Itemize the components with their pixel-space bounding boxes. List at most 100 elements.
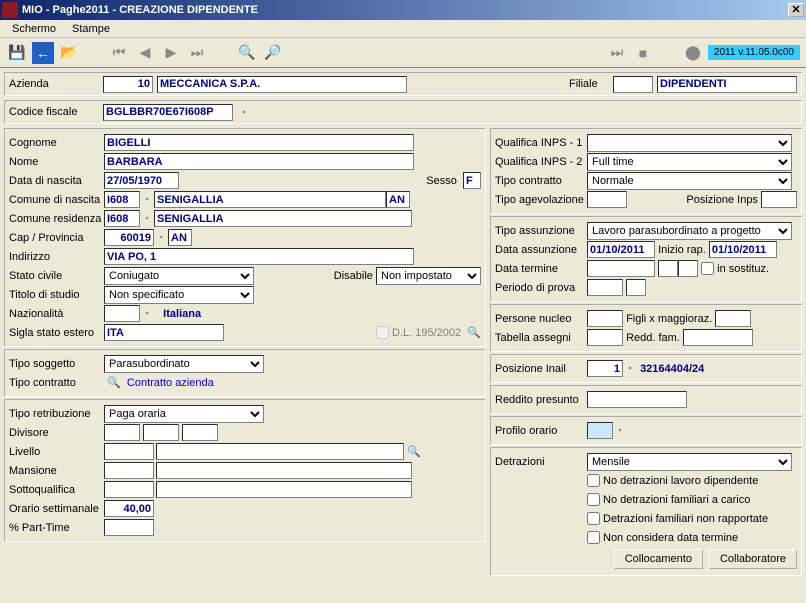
detr-opt4[interactable]: Non considera data termine	[587, 531, 738, 544]
codfisc-input[interactable]	[103, 104, 233, 121]
azienda-code[interactable]	[103, 76, 153, 93]
sqf-code[interactable]	[104, 481, 154, 498]
zoom-icon[interactable]: 🔎	[262, 42, 284, 64]
qinps1-select[interactable]	[587, 134, 792, 152]
div-input3[interactable]	[182, 424, 218, 441]
first-icon[interactable]: ⏮	[108, 42, 130, 64]
liv-desc[interactable]	[156, 443, 404, 460]
codfisc-row: Codice fiscale 🞘	[4, 100, 802, 124]
open-icon[interactable]: 📂	[58, 42, 80, 64]
qinps2-select[interactable]: Full time	[587, 153, 792, 171]
collaboratore-button[interactable]: Collaboratore	[709, 549, 797, 569]
prev-icon[interactable]: ◀	[134, 42, 156, 64]
inizrap-input[interactable]	[709, 241, 777, 258]
posinps-input[interactable]	[761, 191, 797, 208]
pprova-input2[interactable]	[626, 279, 646, 296]
redpres-input[interactable]	[587, 391, 687, 408]
prov-input[interactable]	[168, 229, 192, 246]
insost-check[interactable]: in sostituz.	[701, 262, 769, 275]
liv-search-icon[interactable]: 🔍	[407, 445, 421, 458]
filiale-code[interactable]	[613, 76, 653, 93]
comnasc-lookup-icon[interactable]: 🞘	[140, 193, 154, 206]
redd-label: Redd. fam.	[626, 332, 680, 344]
tagev-label: Tipo agevolazione	[495, 194, 587, 206]
menu-stampe[interactable]: Stampe	[64, 21, 118, 36]
record-icon[interactable]: ⬤	[682, 42, 704, 64]
disabile-select[interactable]: Non impostato	[376, 267, 481, 285]
mans-desc[interactable]	[156, 462, 412, 479]
codfisc-lookup-icon[interactable]: 🞘	[237, 106, 251, 119]
div-input1[interactable]	[104, 424, 140, 441]
binoculars-icon[interactable]: 🔍	[236, 42, 258, 64]
comres-lookup-icon[interactable]: 🞘	[140, 212, 154, 225]
tipocon-label: Tipo contratto	[9, 377, 104, 389]
dterm-ext1[interactable]	[658, 260, 678, 277]
dterm-input[interactable]	[587, 260, 655, 277]
liv-code[interactable]	[104, 443, 154, 460]
tcontr-select[interactable]: Normale	[587, 172, 792, 190]
ind-input[interactable]	[104, 248, 414, 265]
filiale-name[interactable]	[657, 76, 797, 93]
pnuc-input[interactable]	[587, 310, 623, 327]
skip-end-icon[interactable]: ⏭	[606, 42, 628, 64]
dass-input[interactable]	[587, 241, 655, 258]
search-icon[interactable]: 🔍	[467, 326, 481, 339]
pt-input[interactable]	[104, 519, 154, 536]
cognome-input[interactable]	[104, 134, 414, 151]
save-icon[interactable]: 💾	[6, 42, 28, 64]
tabass-input[interactable]	[587, 329, 623, 346]
detr-opt3[interactable]: Detrazioni familiari non rapportate	[587, 512, 768, 525]
pprova-input1[interactable]	[587, 279, 623, 296]
tagev-input[interactable]	[587, 191, 627, 208]
cap-input[interactable]	[104, 229, 154, 246]
comnasc-code[interactable]	[104, 191, 140, 208]
menu-schermo[interactable]: Schermo	[4, 21, 64, 36]
tipocon-search-icon[interactable]: 🔍	[107, 376, 121, 389]
tiporet-select[interactable]: Paga oraria	[104, 405, 264, 423]
azienda-name[interactable]	[157, 76, 407, 93]
tipocon-link[interactable]: Contratto azienda	[127, 377, 214, 389]
naz-lookup-icon[interactable]: 🞘	[140, 307, 154, 320]
tass-select[interactable]: Lavoro parasubordinato a progetto	[587, 222, 792, 240]
cap-lookup-icon[interactable]: 🞘	[154, 231, 168, 244]
datanasc-input[interactable]	[104, 172, 179, 189]
ind-label: Indirizzo	[9, 251, 104, 263]
nome-input[interactable]	[104, 153, 414, 170]
comres-code[interactable]	[104, 210, 140, 227]
comres-name[interactable]	[154, 210, 412, 227]
tiposog-label: Tipo soggetto	[9, 358, 104, 370]
last-icon[interactable]: ⏭	[186, 42, 208, 64]
naz-code[interactable]	[104, 305, 140, 322]
comnasc-prov[interactable]	[386, 191, 410, 208]
profilo-group: Profilo orario 🞘	[490, 416, 802, 445]
naz-name: Italiana	[163, 308, 201, 320]
div-input2[interactable]	[143, 424, 179, 441]
next-icon[interactable]: ▶	[160, 42, 182, 64]
liv-label: Livello	[9, 446, 104, 458]
stop-icon[interactable]: ■	[632, 42, 654, 64]
pinail-num[interactable]	[587, 360, 623, 377]
tiposog-select[interactable]: Parasubordinato	[104, 355, 264, 373]
detr-select[interactable]: Mensile	[587, 453, 792, 471]
detr-opt2[interactable]: No detrazioni familiari a carico	[587, 493, 750, 506]
prof-lookup-icon[interactable]: 🞘	[613, 424, 627, 437]
figli-input[interactable]	[715, 310, 751, 327]
statociv-select[interactable]: Coniugato	[104, 267, 254, 285]
mans-code[interactable]	[104, 462, 154, 479]
comnasc-name[interactable]	[154, 191, 386, 208]
redd-input[interactable]	[683, 329, 753, 346]
close-button[interactable]: ✕	[788, 3, 804, 17]
dterm-ext2[interactable]	[678, 260, 698, 277]
pinail-code: 32164404/24	[640, 363, 704, 375]
orario-input[interactable]	[104, 500, 154, 517]
collocamento-button[interactable]: Collocamento	[614, 549, 703, 569]
prof-input[interactable]	[587, 422, 613, 439]
detr-opt1[interactable]: No detrazioni lavoro dipendente	[587, 474, 758, 487]
titstud-select[interactable]: Non specificato	[104, 286, 254, 304]
sqf-desc[interactable]	[156, 481, 412, 498]
sigla-input[interactable]	[104, 324, 224, 341]
back-icon[interactable]: ←	[32, 42, 54, 64]
sesso-input[interactable]	[463, 172, 481, 189]
dterm-label: Data termine	[495, 263, 587, 275]
pinail-lookup-icon[interactable]: 🞘	[623, 362, 637, 375]
